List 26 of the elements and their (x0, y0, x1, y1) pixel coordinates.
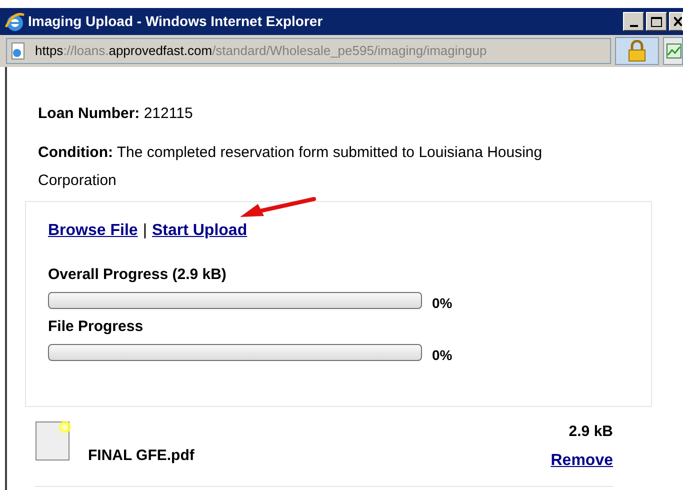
progress-reading: 0% (432, 294, 452, 312)
page-icon (9, 42, 27, 60)
loan-number-text: Loan Number: 212115 (38, 104, 194, 124)
file-name: FINAL GFE.pdf (88, 446, 194, 466)
image-icon (666, 43, 682, 59)
image-button[interactable] (663, 37, 683, 65)
minimize-button[interactable] (623, 12, 644, 31)
progress-label: Overall Progress (2.9 kB) (48, 264, 228, 284)
condition-text: Condition: The completed reservation form submitted to Louisiana Housing Corporation (38, 142, 544, 190)
action-link[interactable]: Start Upload (152, 218, 248, 242)
separator-text: | (142, 220, 147, 240)
remove-link[interactable]: Remove (550, 449, 613, 473)
address-field[interactable]: https://loans.approvedfast.com/standard/Wholesale_pe595/imaging/imaginguр (6, 38, 612, 64)
globe-e-icon (4, 10, 26, 32)
progress-label: File Progress (48, 316, 144, 336)
file-icon (35, 418, 73, 460)
padlock-icon (628, 40, 646, 62)
close-icon (674, 17, 682, 26)
progress-reading: 0% (432, 346, 452, 364)
url-text: https://loans.approvedfast.com/standard/Wholesale_pe595/imaging/imaginguр (35, 42, 487, 60)
file-size: 2.9 kB (568, 422, 613, 442)
action-link[interactable]: Browse File (48, 218, 138, 242)
security-lock-button[interactable] (615, 37, 660, 65)
maximize-button[interactable] (646, 12, 667, 31)
window-title: Imaging Upload - Windows Internet Explorer (28, 12, 323, 31)
close-button[interactable] (669, 12, 683, 31)
